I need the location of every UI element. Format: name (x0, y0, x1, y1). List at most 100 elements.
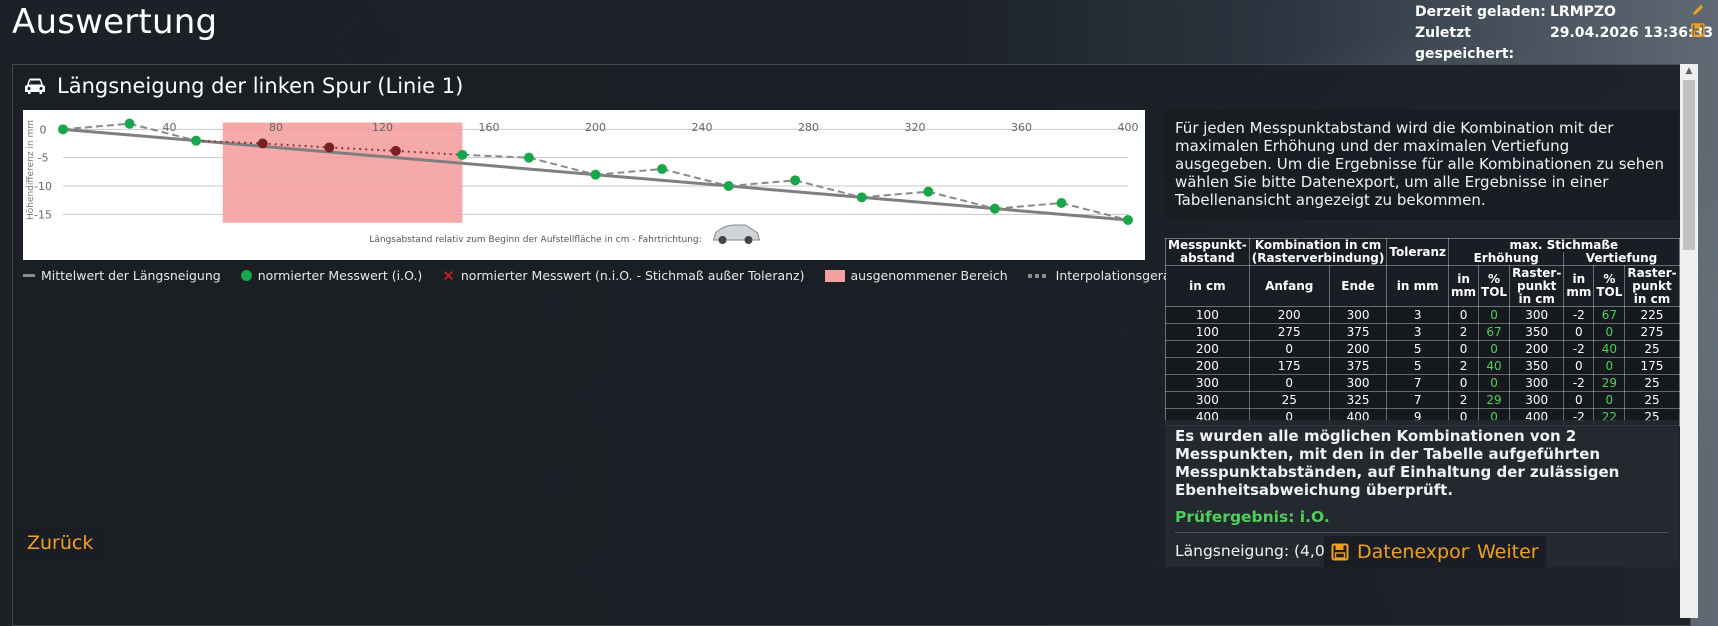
back-button[interactable]: Zurück (20, 527, 101, 559)
pencil-icon[interactable] (1690, 3, 1706, 19)
y-tick-label: -5 (38, 152, 49, 165)
cell: 25 (1624, 374, 1680, 392)
car-icon (25, 78, 45, 94)
th-unit-inmm-vert: in mm (1563, 265, 1595, 307)
cell: 200 (1165, 357, 1250, 375)
table-row: 200 175 375 5 2 40 350 0 0 175 (1165, 357, 1680, 375)
cell: 0 (1593, 357, 1626, 375)
cell: 0 (1563, 357, 1595, 375)
cell: 200 (1509, 340, 1565, 358)
loaded-label: Derzeit geladen: (1415, 4, 1546, 20)
data-point (1123, 215, 1133, 225)
x-tick-label: 400 (1118, 121, 1139, 134)
legend-excluded-label: ausgenommener Bereich (850, 268, 1008, 283)
excluded-swatch (824, 269, 845, 282)
divider (1175, 532, 1669, 533)
saved-label: Zuletzt gespeichert: (1415, 25, 1515, 62)
chart-legend: Mittelwert der Längsneigung normierter M… (23, 268, 1206, 283)
data-point (457, 149, 468, 160)
th-vertiefung: Vertiefung (1563, 252, 1680, 266)
x-tick-label: 80 (269, 121, 283, 134)
th-unit-inmm: in mm (1386, 265, 1450, 307)
cell: 0 (1593, 323, 1626, 341)
cell: 0 (1478, 340, 1511, 358)
export-button[interactable]: Datenexport (1324, 536, 1484, 568)
cell: 5 (1386, 357, 1450, 375)
x-tick-label: 280 (798, 121, 819, 134)
scrollbar[interactable]: ▲ (1680, 64, 1698, 618)
car-image-wheel (718, 236, 727, 244)
table-row: 100 200 300 3 0 0 300 -2 67 225 (1165, 306, 1680, 324)
cell: 0 (1593, 391, 1626, 409)
th-unit-ende: Ende (1328, 265, 1388, 307)
x-tick-label: 320 (905, 121, 926, 134)
panel-title: Längsneigung der linken Spur (Linie 1) (23, 74, 463, 98)
legend-ok[interactable]: normierter Messwert (i.O.) (240, 268, 422, 283)
loaded-value: LRMPZO (1550, 4, 1616, 20)
x-tick-label: 120 (372, 121, 393, 134)
cell: 0 (1478, 306, 1511, 324)
cell: 25 (1624, 391, 1680, 409)
cell: 40 (1478, 357, 1511, 375)
interpolation-segment (595, 168, 663, 176)
cell: 300 (1328, 306, 1388, 324)
page-title: Auswertung (12, 2, 218, 42)
legend-mean[interactable]: Mittelwert der Längsneigung (23, 268, 221, 283)
cell: 200 (1328, 340, 1388, 358)
data-point (523, 152, 534, 163)
cell: 300 (1509, 374, 1565, 392)
data-point (923, 186, 934, 197)
interpolation-segment (728, 179, 796, 187)
th-stichmasse: max. Stichmaße (1448, 238, 1680, 252)
cell: 375 (1328, 357, 1388, 375)
cell: 2 (1448, 391, 1480, 409)
x-tick-label: 240 (692, 121, 713, 134)
th-unit-raster-erh: Raster-punkt in cm (1509, 265, 1565, 307)
x-tick-label: 360 (1011, 121, 1032, 134)
status-panel: Derzeit geladen: LRMPZO Zuletzt gespeiche… (1415, 2, 1713, 65)
th-kombination: Kombination in cm (Rasterverbindung) (1248, 238, 1388, 266)
cell: 225 (1624, 306, 1680, 324)
result-text: Es wurden alle möglichen Kombinationen v… (1175, 427, 1620, 499)
cell: 175 (1248, 357, 1330, 375)
legend-nok[interactable]: ✕ normierter Messwert (n.i.O. - Stichmaß … (442, 268, 804, 283)
cell: 2 (1448, 323, 1480, 341)
data-point (257, 138, 268, 149)
cell: 375 (1328, 323, 1388, 341)
cell: 7 (1386, 391, 1450, 409)
cell: 0 (1478, 374, 1511, 392)
cell: 29 (1478, 391, 1511, 409)
cross-icon: ✕ (442, 266, 455, 285)
scroll-up-icon[interactable]: ▲ (1680, 64, 1698, 78)
cell: 325 (1328, 391, 1388, 409)
th-unit-inmm-erh: in mm (1448, 265, 1480, 307)
cell: 29 (1593, 374, 1626, 392)
legend-excluded[interactable]: ausgenommener Bereich (824, 268, 1008, 283)
dashed-line-swatch (1027, 273, 1046, 278)
car-image-wheel (744, 236, 753, 244)
cell: 200 (1165, 340, 1250, 358)
cell: 0 (1563, 391, 1595, 409)
cell: 2 (1448, 357, 1480, 375)
next-button[interactable]: Weiter (1470, 536, 1546, 568)
data-point (1056, 198, 1067, 208)
x-tick-label: 200 (585, 121, 606, 134)
data-point (124, 118, 135, 129)
cell: 0 (1448, 374, 1480, 392)
cell: 275 (1624, 323, 1680, 341)
legend-interp[interactable]: Interpolationsgerade (1027, 268, 1186, 283)
mean-line-swatch (23, 274, 35, 277)
floppy-icon (1331, 543, 1349, 561)
cell: 0 (1448, 306, 1480, 324)
saved-value: 29.04.2026 13:36:33 (1550, 25, 1714, 41)
cell: -2 (1563, 374, 1595, 392)
cell: 0 (1248, 374, 1330, 392)
floppy-icon[interactable] (1690, 23, 1706, 39)
cell: 300 (1165, 374, 1250, 392)
cell: 275 (1248, 323, 1330, 341)
scrollbar-thumb[interactable] (1683, 80, 1695, 250)
cell: 300 (1509, 306, 1565, 324)
cell: 300 (1509, 391, 1565, 409)
pass-result: Prüfergebnis: i.O. (1175, 508, 1330, 526)
th-unit-tol-erh: % TOL (1478, 265, 1511, 307)
